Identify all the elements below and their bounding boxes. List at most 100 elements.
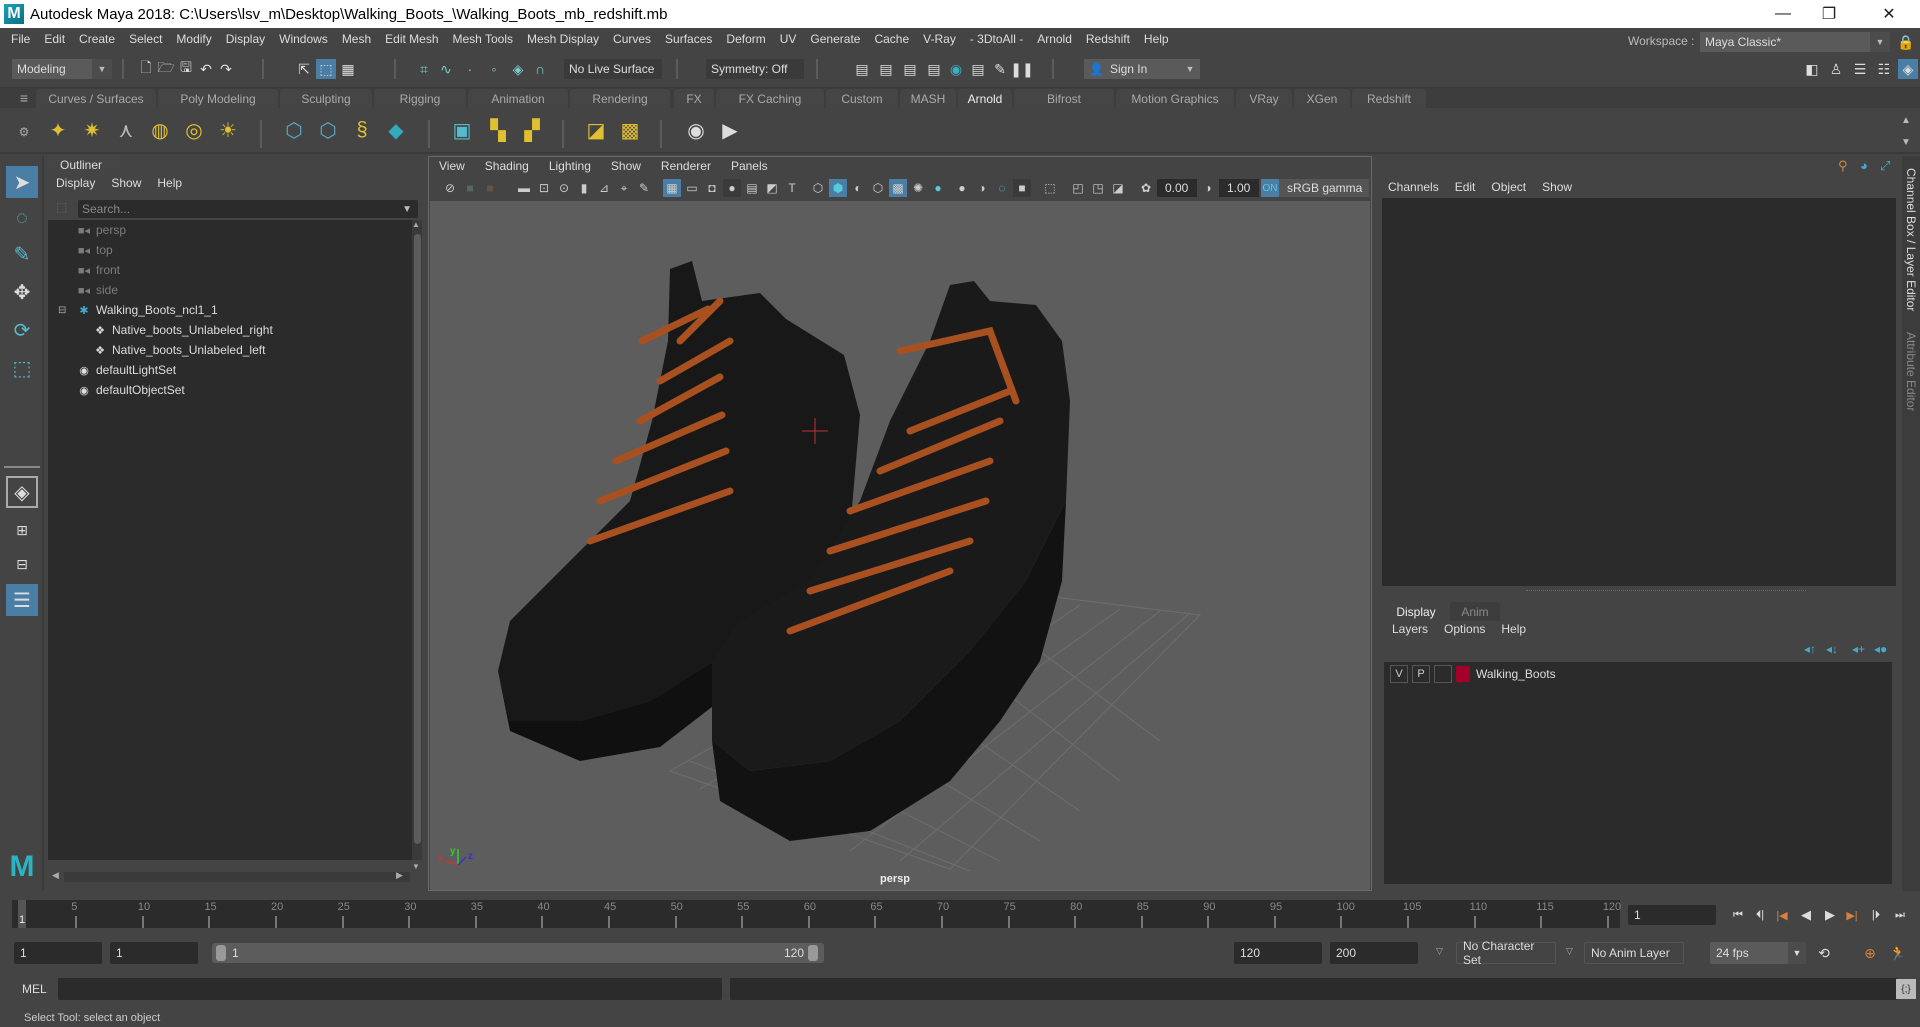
play-backwards-icon[interactable]: ◀ [1796, 905, 1816, 925]
shelf-tab-xgen[interactable]: XGen [1294, 89, 1350, 108]
viewport-menu-shading[interactable]: Shading [485, 159, 529, 173]
live-surface-field[interactable]: No Live Surface [564, 59, 662, 79]
use-all-lights-icon[interactable]: ✺ [909, 179, 927, 197]
film-gate-icon[interactable]: ▭ [683, 179, 701, 197]
arnold-render-view-icon[interactable]: ▣ [448, 116, 476, 144]
scene-end-field[interactable]: 200 [1330, 942, 1418, 964]
menu-help[interactable]: Help [1137, 32, 1176, 46]
isolate-select-icon[interactable]: ⬚ [1041, 179, 1059, 197]
anim-prefs-icon[interactable]: 🏃 [1888, 943, 1908, 963]
chevron-down-icon[interactable]: ▽ [1566, 946, 1573, 957]
lasso-tool-icon[interactable]: ◌ [6, 202, 38, 234]
shelf-tab-fx[interactable]: FX [674, 89, 714, 108]
playback-end-field[interactable]: 120 [1234, 942, 1322, 964]
menu-select[interactable]: Select [122, 32, 169, 46]
depth-of-field-icon[interactable]: ■ [1013, 179, 1031, 197]
workspace-dropdown[interactable]: Maya Classic* ▼ [1700, 32, 1890, 52]
chevron-down-icon[interactable]: ▼ [402, 204, 412, 215]
filter-icon[interactable]: ⬚ [56, 200, 67, 214]
gamma-icon[interactable]: ◑ [1199, 179, 1217, 197]
tab-attribute-editor[interactable]: Attribute Editor [1904, 332, 1918, 411]
anti-aliasing-icon[interactable]: ◌ [993, 179, 1011, 197]
options-menu[interactable]: Options [1444, 622, 1485, 636]
arnold-photometric-light-icon[interactable]: ⋏ [112, 116, 140, 144]
arnold-curve-collector-icon[interactable]: § [348, 116, 376, 144]
menu-create[interactable]: Create [72, 32, 122, 46]
auto-key-icon[interactable]: ⊕ [1860, 943, 1880, 963]
channels-menu[interactable]: Channels [1388, 180, 1439, 194]
outliner-item[interactable]: ⊟ ✱ Walking_Boots_ncl1_1 [58, 300, 218, 320]
xray-joints-icon[interactable]: ◳ [1089, 179, 1107, 197]
step-back-key-icon[interactable]: |◀ [1772, 905, 1792, 925]
display-type-toggle[interactable] [1434, 665, 1452, 683]
outliner-item[interactable]: ❖ Native_boots_Unlabeled_right [92, 320, 273, 340]
field-chart-icon[interactable]: ▤ [743, 179, 761, 197]
grease-pencil-icon[interactable]: ⌖ [615, 179, 633, 197]
shelf-menu-icon[interactable]: ≡ [14, 88, 34, 108]
undo-icon[interactable]: ↶ [196, 59, 216, 79]
new-scene-icon[interactable]: 🗋 [136, 59, 156, 79]
arnold-render-icon[interactable]: ◉ [946, 59, 966, 79]
gamma-field[interactable]: 1.00 [1219, 179, 1259, 197]
xray-icon[interactable]: ◰ [1069, 179, 1087, 197]
tool-settings-icon[interactable]: ☷ [1874, 59, 1894, 79]
shelf-tab-vray[interactable]: VRay [1236, 89, 1292, 108]
pause-icon[interactable]: ❚❚ [1010, 59, 1033, 79]
wireframe-icon[interactable]: ⬡ [809, 179, 827, 197]
snap-grid-icon[interactable]: ⌗ [414, 59, 434, 79]
redo-icon[interactable]: ↷ [216, 59, 236, 79]
show-menu[interactable]: Show [1542, 180, 1572, 194]
color-management-toggle-icon[interactable]: ON [1261, 179, 1279, 197]
step-forward-key-icon[interactable]: ▶| [1842, 905, 1862, 925]
splitter-handle[interactable] [1526, 590, 1806, 591]
shelf-tab-animation[interactable]: Animation [468, 89, 568, 108]
select-tool-icon[interactable]: ➤ [6, 166, 38, 198]
snap-curve-icon[interactable]: ∿ [436, 59, 456, 79]
tab-anim[interactable]: Anim [1450, 602, 1500, 621]
menu-uv[interactable]: UV [773, 32, 804, 46]
select-object-icon[interactable]: ⬚ [316, 59, 336, 79]
shelf-tab-curves-surfaces[interactable]: Curves / Surfaces [36, 89, 156, 108]
loop-icon[interactable]: ⟲ [1814, 943, 1834, 963]
outliner-item[interactable]: ❖ Native_boots_Unlabeled_left [92, 340, 265, 360]
menu-windows[interactable]: Windows [272, 32, 335, 46]
outliner-menu-help[interactable]: Help [157, 176, 182, 190]
hypershade-icon[interactable]: ▤ [924, 59, 944, 79]
arnold-shader-icon[interactable]: ◪ [582, 116, 610, 144]
menu-generate[interactable]: Generate [803, 32, 867, 46]
image-plane-icon[interactable]: ▬ [515, 179, 533, 197]
visibility-toggle[interactable]: V [1390, 665, 1408, 683]
object-menu[interactable]: Object [1491, 180, 1526, 194]
safe-title-icon[interactable]: T [783, 179, 801, 197]
paint-select-tool-icon[interactable]: ✎ [6, 238, 38, 270]
menu-3dtoall[interactable]: - 3DtoAll - [963, 32, 1030, 46]
tab-channel-box-layer-editor[interactable]: Channel Box / Layer Editor [1904, 168, 1918, 311]
playback-start-field[interactable]: 1 [110, 942, 198, 964]
move-layer-down-icon[interactable]: ◂↓ [1826, 642, 1838, 656]
pencil-icon[interactable]: ✎ [635, 179, 653, 197]
shadows-icon[interactable]: ● [929, 179, 947, 197]
snap-live-icon[interactable]: ◈ [508, 59, 528, 79]
menu-v-ray[interactable]: V-Ray [916, 32, 963, 46]
bookmarks-icon[interactable]: ■ [481, 179, 499, 197]
chevron-down-icon[interactable]: ▽ [1436, 946, 1443, 957]
menu-cache[interactable]: Cache [867, 32, 916, 46]
move-layer-up-icon[interactable]: ◂↑ [1804, 642, 1816, 656]
ipr-render-icon[interactable]: ▤ [876, 59, 896, 79]
scroll-up-icon[interactable]: ▲ [412, 220, 420, 229]
lock-icon[interactable]: 🔒 [1896, 32, 1916, 52]
shelf-tab-rendering[interactable]: Rendering [570, 89, 670, 108]
menu-deform[interactable]: Deform [719, 32, 772, 46]
menu-redshift[interactable]: Redshift [1079, 32, 1137, 46]
channel-box-toggle-icon[interactable]: ◈ [1898, 59, 1918, 79]
tool-settings-toggle-icon[interactable]: ⤢ [1880, 158, 1890, 174]
outliner-layout-icon[interactable]: ☰ [6, 584, 38, 616]
arnold-mesh-light-icon[interactable]: ✷ [78, 116, 106, 144]
arnold-skydome-light-icon[interactable]: ◍ [146, 116, 174, 144]
2d-pan-zoom-icon[interactable]: ⊿ [595, 179, 613, 197]
arnold-light-portal-icon[interactable]: ◎ [180, 116, 208, 144]
shelf-tab-sculpting[interactable]: Sculpting [280, 89, 372, 108]
four-view-layout-icon[interactable]: ⊞ [6, 514, 38, 546]
new-layer-icon[interactable]: ◂+ [1852, 642, 1865, 656]
textured-icon[interactable]: ▩ [889, 179, 907, 197]
